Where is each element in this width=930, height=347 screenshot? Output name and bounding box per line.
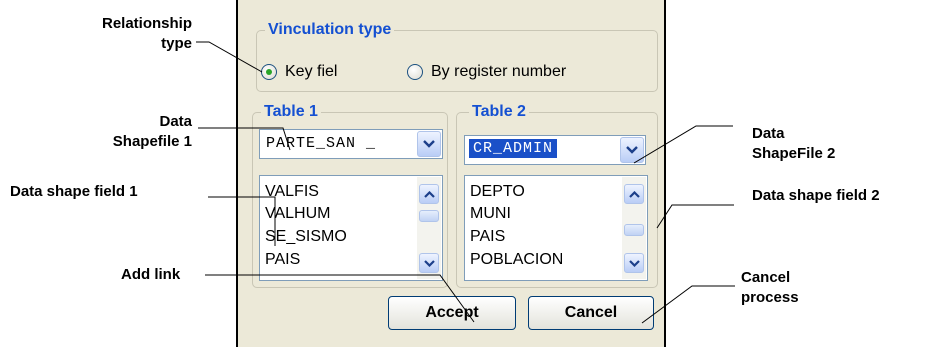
leader-relationship-type	[196, 41, 263, 73]
leader-data-shape-field-2	[656, 204, 734, 229]
leader-add-link	[205, 274, 475, 323]
leader-data-shapefile-1	[198, 127, 291, 151]
leader-cancel-process	[641, 285, 735, 324]
callout-lines	[196, 41, 735, 324]
leader-data-shapefile-2	[633, 125, 733, 164]
leader-data-shape-field-1	[208, 196, 276, 246]
